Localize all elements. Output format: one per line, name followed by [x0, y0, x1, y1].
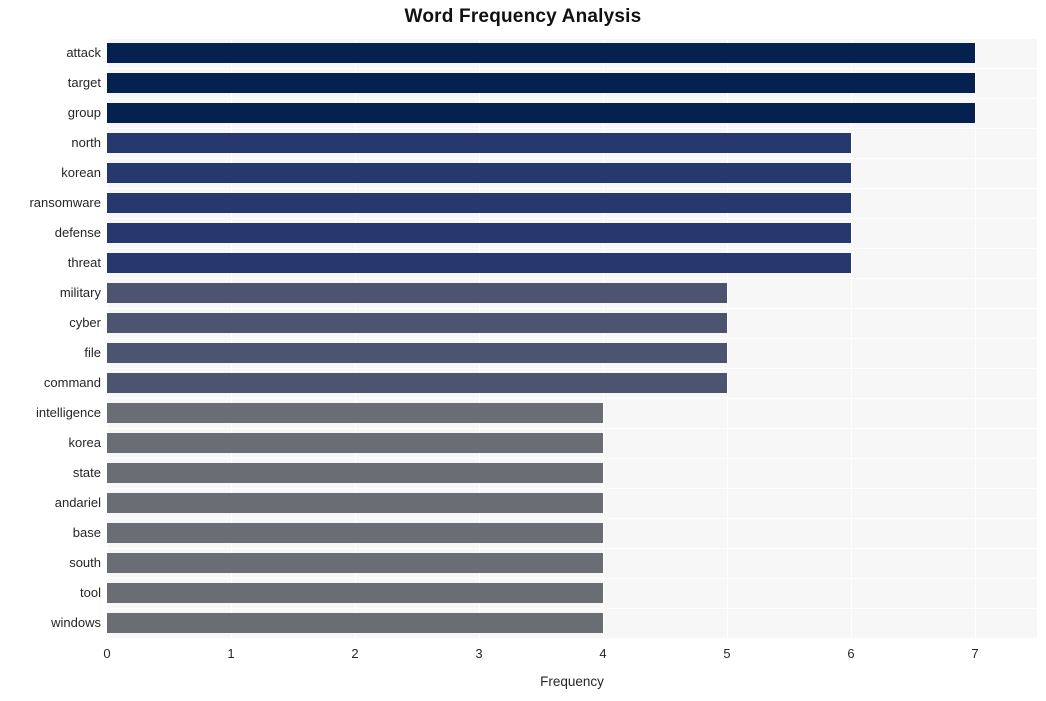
bar-threat[interactable]	[107, 253, 851, 273]
y-ticklabel-tool: tool	[80, 585, 101, 600]
gridline-horizontal	[107, 308, 1037, 309]
x-axis-ticklabels: 0 1 2 3 4 5 6 7	[0, 646, 1046, 666]
plot-area	[107, 38, 1037, 639]
gridline-horizontal	[107, 548, 1037, 549]
y-ticklabel-group: group	[67, 105, 101, 120]
y-ticklabel-base: base	[72, 525, 101, 540]
y-ticklabel-korea: korea	[68, 435, 101, 450]
y-ticklabel-military: military	[59, 285, 101, 300]
bar-windows[interactable]	[107, 613, 603, 633]
y-ticklabel-target: target	[67, 75, 101, 90]
bar-command[interactable]	[107, 373, 727, 393]
gridline-horizontal	[107, 158, 1037, 159]
bar-attack[interactable]	[107, 43, 975, 63]
gridline-horizontal	[107, 428, 1037, 429]
y-ticklabel-attack: attack	[66, 45, 101, 60]
bar-south[interactable]	[107, 553, 603, 573]
x-axis-title: Frequency	[540, 674, 604, 689]
y-ticklabel-korean: korean	[61, 165, 101, 180]
gridline-horizontal	[107, 338, 1037, 339]
y-ticklabel-command: command	[43, 375, 101, 390]
bar-intelligence[interactable]	[107, 403, 603, 423]
gridline-horizontal	[107, 248, 1037, 249]
bar-tool[interactable]	[107, 583, 603, 603]
bar-target[interactable]	[107, 73, 975, 93]
bar-file[interactable]	[107, 343, 727, 363]
x-ticklabel-7: 7	[971, 646, 979, 661]
gridline-horizontal	[107, 68, 1037, 69]
y-ticklabel-defense: defense	[54, 225, 101, 240]
x-ticklabel-0: 0	[103, 646, 111, 661]
y-ticklabel-cyber: cyber	[69, 315, 101, 330]
y-ticklabel-north: north	[71, 135, 101, 150]
y-ticklabel-file: file	[84, 345, 101, 360]
bar-ransomware[interactable]	[107, 193, 851, 213]
y-ticklabel-andariel: andariel	[54, 495, 101, 510]
gridline-horizontal	[107, 368, 1037, 369]
x-ticklabel-3: 3	[475, 646, 483, 661]
bar-korea[interactable]	[107, 433, 603, 453]
chart-title: Word Frequency Analysis	[404, 6, 642, 27]
gridline-horizontal	[107, 188, 1037, 189]
y-axis-ticklabels: attack target group north korean ransomware de…	[0, 38, 101, 638]
x-ticklabel-6: 6	[847, 646, 855, 661]
y-ticklabel-ransomware: ransomware	[29, 195, 101, 210]
bar-korean[interactable]	[107, 163, 851, 183]
gridline-horizontal	[107, 398, 1037, 399]
bar-defense[interactable]	[107, 223, 851, 243]
bar-state[interactable]	[107, 463, 603, 483]
y-ticklabel-windows: windows	[51, 615, 101, 630]
gridline-horizontal	[107, 218, 1037, 219]
bar-group[interactable]	[107, 103, 975, 123]
y-ticklabel-state: state	[72, 465, 101, 480]
bar-military[interactable]	[107, 283, 727, 303]
bar-andariel[interactable]	[107, 493, 603, 513]
y-ticklabel-threat: threat	[67, 255, 101, 270]
chart-figure: Word Frequency Analysis attack target grou…	[0, 0, 1046, 701]
bar-cyber[interactable]	[107, 313, 727, 333]
x-ticklabel-2: 2	[351, 646, 359, 661]
gridline-horizontal	[107, 608, 1037, 609]
bar-base[interactable]	[107, 523, 603, 543]
gridline-horizontal	[107, 38, 1037, 39]
y-ticklabel-intelligence: intelligence	[35, 405, 101, 420]
x-ticklabel-1: 1	[227, 646, 235, 661]
gridline-horizontal	[107, 458, 1037, 459]
gridline-horizontal	[107, 128, 1037, 129]
gridline-horizontal	[107, 488, 1037, 489]
x-ticklabel-4: 4	[599, 646, 607, 661]
y-ticklabel-south: south	[69, 555, 101, 570]
gridline-horizontal	[107, 98, 1037, 99]
bar-north[interactable]	[107, 133, 851, 153]
x-ticklabel-5: 5	[723, 646, 731, 661]
gridline-horizontal	[107, 278, 1037, 279]
gridline-horizontal	[107, 638, 1037, 639]
gridline-horizontal	[107, 518, 1037, 519]
gridline-horizontal	[107, 578, 1037, 579]
